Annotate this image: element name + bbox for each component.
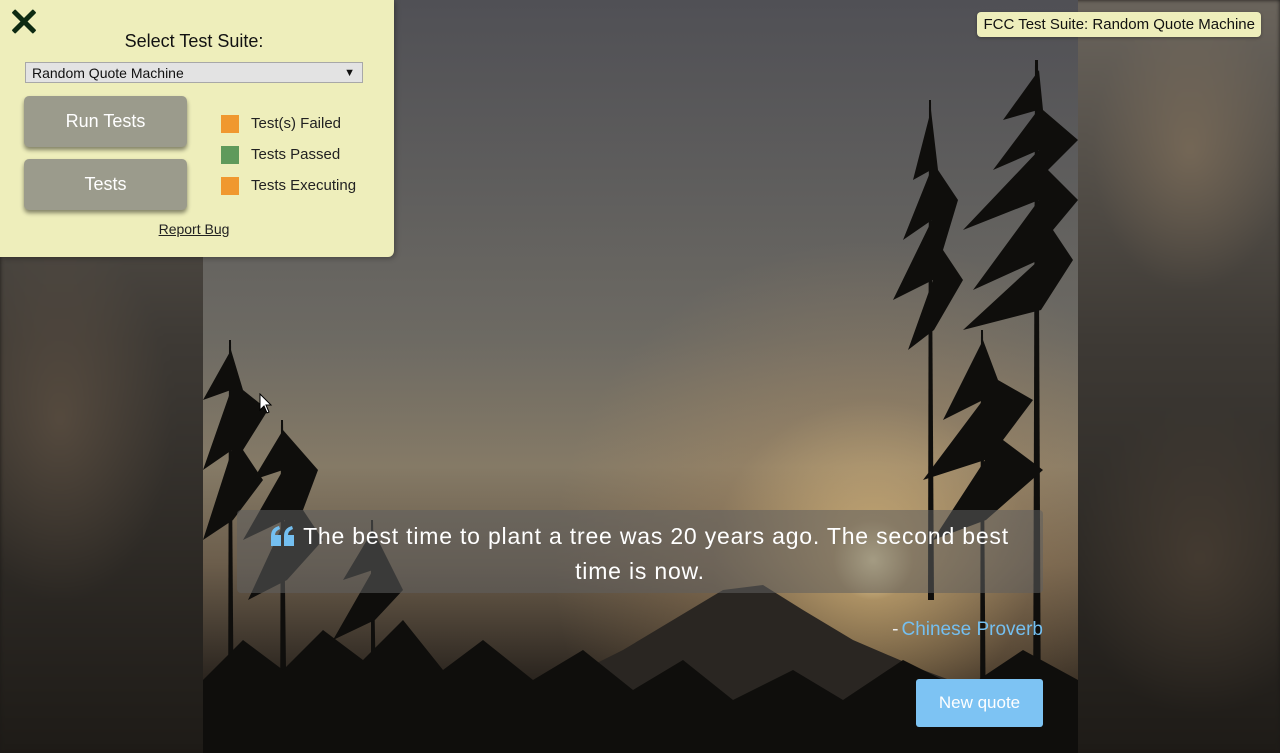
legend-item-failed: Test(s) Failed bbox=[221, 108, 356, 139]
quote-text: The best time to plant a tree was 20 yea… bbox=[303, 523, 1009, 584]
quote-left-icon bbox=[271, 526, 295, 546]
executing-color-swatch bbox=[221, 176, 239, 195]
author-link[interactable]: Chinese Proverb bbox=[901, 619, 1043, 640]
quote-text-container: The best time to plant a tree was 20 yea… bbox=[259, 519, 1021, 589]
selected-suite-value: Random Quote Machine bbox=[32, 65, 184, 81]
passed-color-swatch bbox=[221, 145, 239, 164]
quote-box: The best time to plant a tree was 20 yea… bbox=[237, 510, 1043, 593]
test-status-legend: Test(s) Failed Tests Passed Tests Execut… bbox=[221, 108, 356, 201]
tests-button[interactable]: Tests bbox=[24, 159, 187, 210]
run-tests-button[interactable]: Run Tests bbox=[24, 96, 187, 147]
report-bug-link[interactable]: Report Bug bbox=[0, 221, 388, 237]
legend-item-passed: Tests Passed bbox=[221, 139, 356, 170]
mouse-cursor-icon bbox=[259, 393, 273, 414]
quote-author: - Chinese Proverb bbox=[892, 619, 1043, 641]
fcc-test-panel: Select Test Suite: Random Quote Machine … bbox=[0, 0, 394, 257]
fcc-test-suite-badge[interactable]: FCC Test Suite: Random Quote Machine bbox=[977, 12, 1261, 37]
new-quote-button[interactable]: New quote bbox=[916, 679, 1043, 727]
legend-label-failed: Test(s) Failed bbox=[251, 115, 342, 132]
author-dash: - bbox=[892, 619, 899, 640]
dropdown-arrow-icon: ▼ bbox=[344, 67, 355, 79]
legend-label-passed: Tests Passed bbox=[251, 146, 341, 163]
legend-item-executing: Tests Executing bbox=[221, 170, 356, 201]
failed-color-swatch bbox=[221, 114, 239, 133]
legend-label-executing: Tests Executing bbox=[251, 177, 357, 194]
test-suite-select[interactable]: Random Quote Machine ▼ bbox=[25, 62, 363, 83]
select-suite-label: Select Test Suite: bbox=[124, 31, 264, 51]
